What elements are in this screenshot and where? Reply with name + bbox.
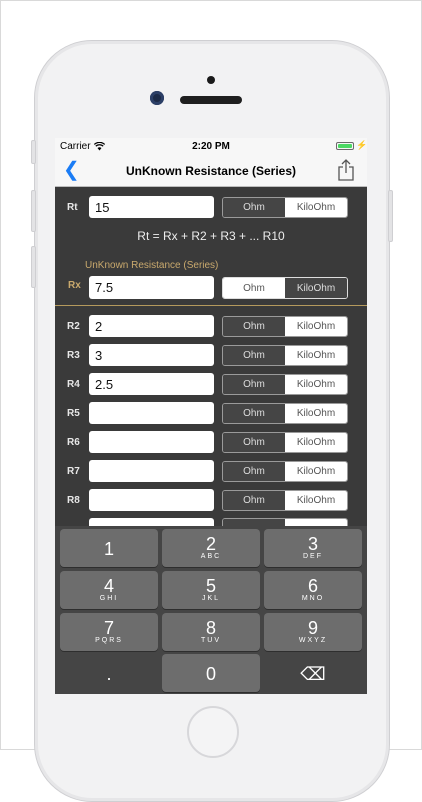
ohm-option[interactable]: Ohm [223, 278, 285, 298]
resistor-input[interactable]: 3 [89, 344, 214, 366]
rx-result-field[interactable]: 7.5 [89, 276, 214, 299]
app-screen: Carrier 2:20 PM ⚡ ❮ UnKnown Resistance (… [55, 138, 367, 694]
kiloohm-option[interactable]: KiloOhm [285, 375, 347, 394]
key-label: 4 [103, 576, 114, 596]
digit-key[interactable]: 5 JKL [162, 571, 260, 609]
resistor-input[interactable] [89, 402, 214, 424]
resistor-label: R2 [67, 321, 80, 332]
resistor-label: R8 [67, 495, 80, 506]
ohm-option[interactable]: Ohm [223, 433, 285, 452]
digit-key[interactable]: 9 WXYZ [264, 613, 362, 651]
ohm-option[interactable]: Ohm [223, 375, 285, 394]
resistor-label: R6 [67, 437, 80, 448]
key-label: 7 [103, 618, 114, 638]
key-letters: PQRS [95, 637, 123, 644]
key-letters: ABC [200, 553, 222, 560]
status-time: 2:20 PM [192, 141, 230, 152]
digit-key[interactable]: 1 [60, 529, 158, 567]
series-formula: Rt = Rx + R2 + R3 + ... R10 [137, 229, 285, 243]
key-label: 5 [205, 576, 216, 596]
kiloohm-option[interactable]: KiloOhm [285, 278, 347, 298]
share-icon[interactable] [337, 159, 355, 181]
rx-label: Rx [68, 280, 81, 291]
volume-up-button [31, 190, 36, 232]
key-letters: JKL [201, 595, 221, 602]
rt-unit-selector[interactable]: Ohm KiloOhm [222, 197, 348, 218]
kiloohm-option[interactable]: KiloOhm [285, 198, 347, 217]
digit-key[interactable]: 3 DEF [264, 529, 362, 567]
kiloohm-option[interactable]: KiloOhm [285, 404, 347, 423]
charging-bolt-icon: ⚡ [356, 140, 367, 150]
key-label: 3 [307, 534, 318, 554]
ohm-option[interactable]: Ohm [223, 462, 285, 481]
ohm-option[interactable]: Ohm [223, 346, 285, 365]
resistor-unit-selector[interactable]: Ohm KiloOhm [222, 490, 348, 511]
key-label: 0 [205, 664, 216, 684]
resistor-unit-selector[interactable]: Ohm KiloOhm [222, 432, 348, 453]
home-button[interactable] [187, 706, 239, 758]
digit-key[interactable]: 7 PQRS [60, 613, 158, 651]
proximity-sensor [207, 76, 215, 84]
numeric-keypad: 1 2 ABC 3 DEF 4 GHI 5 JKL 6 MNO 7 PQRS 8 TUV 9 WXYZ. 0 ⌫ [55, 526, 367, 694]
rx-section-title: UnKnown Resistance (Series) [85, 260, 219, 271]
rx-unit-selector[interactable]: Ohm KiloOhm [222, 277, 348, 299]
key-label: 1 [103, 539, 114, 559]
resistor-unit-selector[interactable]: Ohm KiloOhm [222, 316, 348, 337]
key-letters: TUV [201, 637, 221, 644]
battery-icon [336, 142, 354, 150]
front-camera [150, 91, 164, 105]
key-label: 9 [307, 618, 318, 638]
digit-key[interactable]: 6 MNO [264, 571, 362, 609]
kiloohm-option[interactable]: KiloOhm [285, 433, 347, 452]
key-letters: MNO [301, 595, 325, 602]
navigation-bar: ❮ UnKnown Resistance (Series) [55, 156, 367, 187]
key-label: 2 [205, 534, 216, 554]
resistor-label: R4 [67, 379, 80, 390]
backspace-icon: ⌫ [300, 664, 326, 684]
backspace-key[interactable]: ⌫ [264, 654, 362, 692]
resistor-input[interactable] [89, 489, 214, 511]
kiloohm-option[interactable]: KiloOhm [285, 491, 347, 510]
digit-key[interactable]: 8 TUV [162, 613, 260, 651]
resistor-unit-selector[interactable]: Ohm KiloOhm [222, 461, 348, 482]
decimal-key[interactable]: . [60, 654, 158, 692]
resistor-input[interactable]: 2 [89, 315, 214, 337]
ohm-option[interactable]: Ohm [223, 404, 285, 423]
key-letters: WXYZ [298, 637, 328, 644]
key-letters: DEF [303, 553, 323, 560]
page-title: UnKnown Resistance (Series) [125, 164, 297, 178]
rt-input[interactable]: 15 [89, 196, 214, 218]
kiloohm-option[interactable]: KiloOhm [285, 462, 347, 481]
digit-key[interactable]: 2 ABC [162, 529, 260, 567]
digit-key[interactable]: 0 [162, 654, 260, 692]
power-button [388, 190, 393, 242]
resistor-unit-selector[interactable]: Ohm KiloOhm [222, 403, 348, 424]
resistor-label: R7 [67, 466, 80, 477]
resistor-label: R5 [67, 408, 80, 419]
key-letters: GHI [99, 595, 119, 602]
resistor-unit-selector[interactable]: Ohm KiloOhm [222, 374, 348, 395]
kiloohm-option[interactable]: KiloOhm [285, 346, 347, 365]
resistor-unit-selector[interactable]: Ohm KiloOhm [222, 345, 348, 366]
ohm-option[interactable]: Ohm [223, 491, 285, 510]
rt-label: Rt [67, 202, 78, 213]
kiloohm-option[interactable]: KiloOhm [285, 317, 347, 336]
ohm-option[interactable]: Ohm [223, 317, 285, 336]
resistor-input[interactable]: 2.5 [89, 373, 214, 395]
resistor-input[interactable] [89, 460, 214, 482]
resistor-input[interactable] [89, 431, 214, 453]
resistor-label: R3 [67, 350, 80, 361]
mute-switch [31, 140, 36, 164]
key-label: . [106, 664, 112, 684]
status-bar: Carrier 2:20 PM ⚡ [55, 138, 367, 156]
key-label: 6 [307, 576, 318, 596]
ohm-option[interactable]: Ohm [223, 198, 285, 217]
volume-down-button [31, 246, 36, 288]
earpiece-speaker [180, 96, 242, 104]
section-divider [55, 305, 367, 306]
digit-key[interactable]: 4 GHI [60, 571, 158, 609]
key-label: 8 [205, 618, 216, 638]
